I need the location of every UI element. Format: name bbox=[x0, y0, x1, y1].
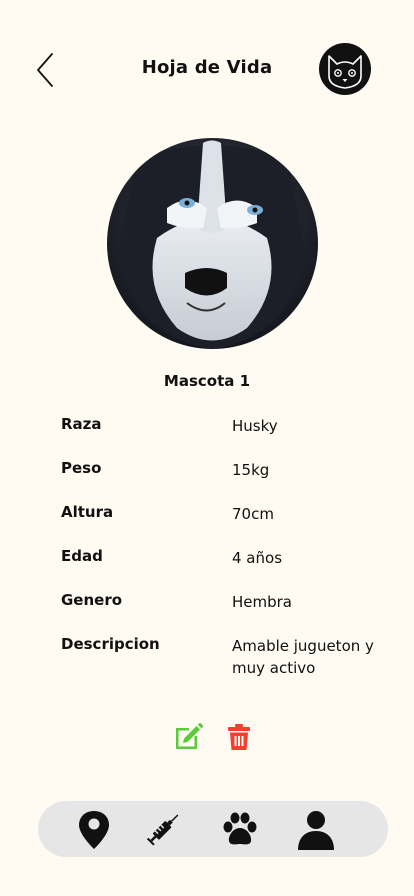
field-value: Hembra bbox=[232, 593, 292, 611]
field-value: 70cm bbox=[232, 505, 274, 523]
field-value: 4 años bbox=[232, 549, 283, 567]
action-buttons bbox=[0, 722, 414, 752]
info-row-descripcion: Descripcion Amable jugueton y muy activo bbox=[61, 632, 391, 677]
field-label: Genero bbox=[61, 591, 123, 609]
info-row-raza: Raza Husky bbox=[61, 412, 391, 456]
field-label: Raza bbox=[61, 415, 102, 433]
paw-icon[interactable] bbox=[220, 809, 260, 851]
user-icon[interactable] bbox=[296, 809, 336, 851]
field-value: Amable jugueton y muy activo bbox=[232, 637, 374, 677]
field-label: Edad bbox=[61, 547, 103, 565]
info-row-genero: Genero Hembra bbox=[61, 588, 391, 632]
edit-icon[interactable] bbox=[173, 722, 203, 752]
location-pin-icon[interactable] bbox=[74, 809, 114, 851]
field-value: Husky bbox=[232, 417, 278, 435]
field-label: Altura bbox=[61, 503, 114, 521]
pet-photo bbox=[107, 138, 318, 349]
header: Hoja de Vida bbox=[0, 40, 414, 100]
cat-logo-icon[interactable] bbox=[318, 42, 372, 96]
pet-name: Mascota 1 bbox=[163, 372, 251, 390]
field-value: 15kg bbox=[232, 461, 270, 479]
trash-icon[interactable] bbox=[227, 723, 251, 751]
info-row-altura: Altura 70cm bbox=[61, 500, 391, 544]
pet-info-list: Raza Husky Peso 15kg Altura 70cm Edad 4 … bbox=[61, 412, 391, 677]
field-label: Descripcion bbox=[61, 635, 160, 653]
syringe-icon[interactable] bbox=[146, 809, 186, 851]
info-row-peso: Peso 15kg bbox=[61, 456, 391, 500]
info-row-edad: Edad 4 años bbox=[61, 544, 391, 588]
bottom-nav bbox=[38, 801, 388, 857]
field-label: Peso bbox=[61, 459, 102, 477]
